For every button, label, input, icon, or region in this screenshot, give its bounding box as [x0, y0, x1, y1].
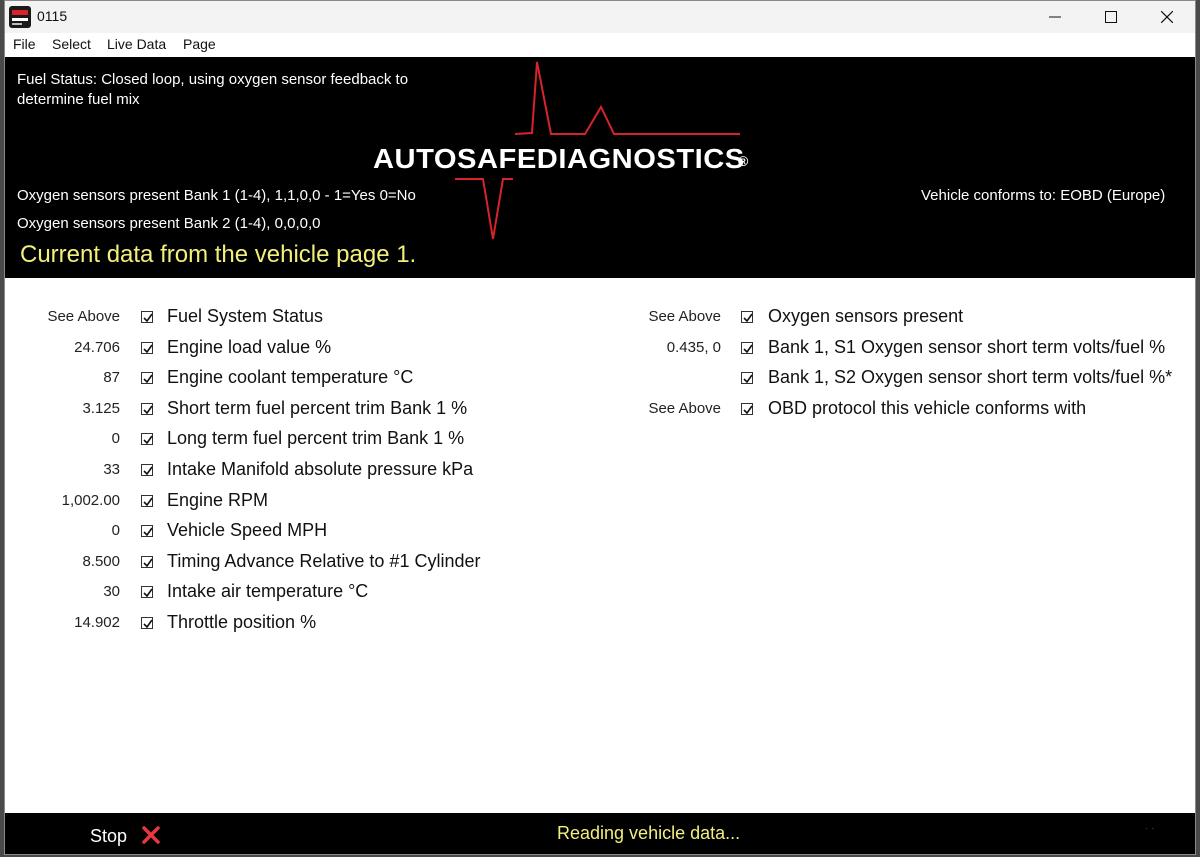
parameter-value: See Above: [648, 308, 721, 325]
menu-select[interactable]: Select: [52, 36, 91, 52]
fuel-status-text: Fuel Status: Closed loop, using oxygen s…: [17, 71, 409, 108]
menu-live-data[interactable]: Live Data: [107, 36, 166, 52]
parameter-checkbox[interactable]: [141, 372, 153, 385]
parameter-checkbox[interactable]: [141, 617, 153, 629]
parameter-value: 0: [111, 430, 120, 448]
parameter-value: 1,002.00: [61, 491, 120, 509]
parameter-label: Engine coolant temperature °C: [167, 367, 414, 388]
minimize-button[interactable]: [1027, 1, 1083, 33]
page-title: Current data from the vehicle page 1.: [20, 241, 417, 268]
parameter-label: OBD protocol this vehicle conforms with: [768, 397, 1087, 418]
parameter-checkbox[interactable]: [741, 372, 753, 385]
status-message: Reading vehicle data...: [557, 823, 741, 843]
menu-page[interactable]: Page: [183, 36, 216, 52]
parameter-value: 3.125: [82, 399, 120, 417]
menu-bar: File Select Live Data Page: [5, 33, 1195, 57]
parameter-checkbox[interactable]: [141, 433, 153, 446]
parameter-value: 33: [103, 461, 120, 478]
parameter-label: Intake Manifold absolute pressure kPa: [167, 459, 474, 479]
parameter-value: 0.435, 0: [666, 338, 721, 356]
parameter-label: Throttle position %: [167, 612, 317, 632]
parameter-checkbox[interactable]: [741, 341, 753, 354]
parameter-label: Fuel System Status: [167, 306, 324, 326]
live-data-panel: See Above Fuel System Status 24.706 Engine …: [5, 278, 1195, 813]
parameter-value: 87: [103, 369, 120, 387]
parameter-value: 24.706: [74, 338, 120, 356]
stop-x-icon[interactable]: [141, 825, 161, 845]
parameter-label: Timing Advance Relative to #1 Cylinder: [167, 550, 481, 571]
parameter-value: 14.902: [74, 614, 120, 631]
oxygen-bank1-text: Oxygen sensors present Bank 1 (1-4), 1,1…: [17, 187, 416, 204]
parameter-checkbox[interactable]: [141, 586, 153, 599]
status-indicator: · ·: [1145, 823, 1155, 834]
maximize-icon: [1105, 11, 1117, 23]
parameter-checkbox[interactable]: [141, 464, 153, 476]
maximize-button[interactable]: [1083, 1, 1139, 33]
window-title: 0115: [37, 8, 68, 24]
parameter-label: Engine load value %: [167, 336, 332, 357]
menu-file[interactable]: File: [13, 36, 36, 52]
parameter-label: Short term fuel percent trim Bank 1 %: [167, 397, 468, 418]
parameter-checkbox[interactable]: [141, 311, 153, 323]
parameter-label: Long term fuel percent trim Bank 1 %: [167, 428, 465, 449]
parameter-checkbox[interactable]: [741, 402, 753, 415]
parameter-label: Vehicle Speed MPH: [167, 520, 328, 541]
close-button[interactable]: [1139, 1, 1195, 33]
parameter-value: 0: [111, 522, 120, 540]
parameter-checkbox[interactable]: [141, 525, 153, 538]
parameter-label: Engine RPM: [167, 489, 269, 510]
registered-mark: ®: [738, 153, 749, 169]
stop-button[interactable]: Stop: [90, 826, 127, 847]
parameter-value: See Above: [47, 308, 120, 325]
parameter-checkbox[interactable]: [141, 494, 153, 507]
parameter-label: Bank 1, S1 Oxygen sensor short term volt…: [768, 336, 1166, 357]
parameter-checkbox[interactable]: [141, 555, 153, 568]
close-icon: [1161, 11, 1173, 23]
conformance-text: Vehicle conforms to: EOBD (Europe): [921, 187, 1166, 204]
oxygen-bank2-text: Oxygen sensors present Bank 2 (1-4), 0,0…: [17, 215, 321, 232]
parameter-value: See Above: [648, 399, 721, 417]
parameter-checkbox[interactable]: [141, 402, 153, 415]
parameter-label: Oxygen sensors present: [768, 306, 964, 326]
brand-logo-text: AUTOSAFEDIAGNOSTICS: [373, 143, 745, 174]
app-window: 0115 File Select Live Data Page Fuel Sta…: [4, 0, 1196, 855]
title-bar[interactable]: 0115: [5, 1, 1195, 33]
parameter-value: 30: [103, 583, 120, 601]
app-logo-icon: [9, 6, 31, 28]
status-bar: Stop Reading vehicle data... · ·: [5, 813, 1195, 854]
parameter-checkbox[interactable]: [141, 341, 153, 354]
info-header: Fuel Status: Closed loop, using oxygen s…: [5, 57, 1195, 278]
parameter-checkbox[interactable]: [741, 311, 753, 323]
parameter-value: 8.500: [82, 552, 120, 570]
parameter-label: Bank 1, S2 Oxygen sensor short term volt…: [768, 367, 1173, 388]
parameter-label: Intake air temperature °C: [167, 581, 369, 602]
minimize-icon: [1049, 16, 1061, 18]
